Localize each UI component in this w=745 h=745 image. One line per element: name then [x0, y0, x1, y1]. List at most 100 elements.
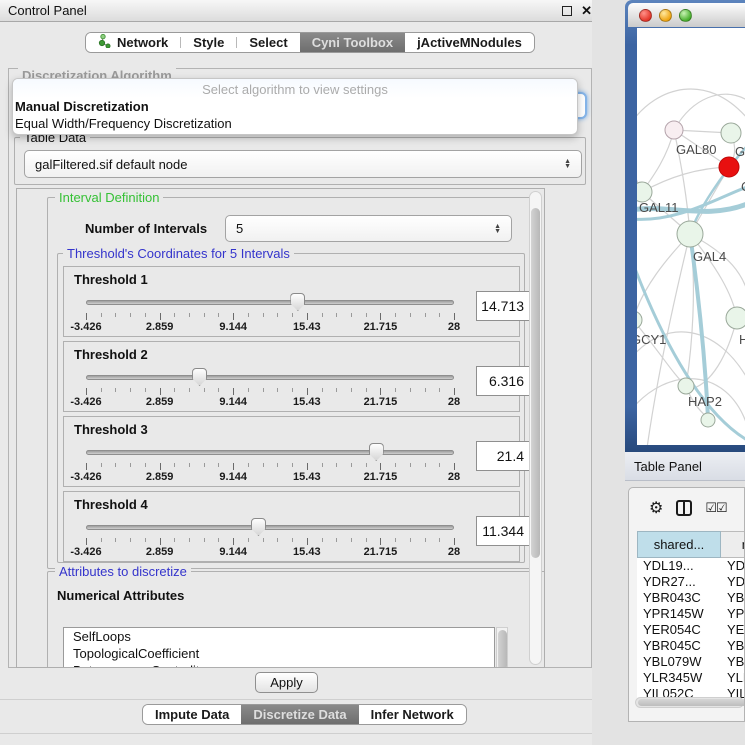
tab-select[interactable]: Select	[237, 33, 299, 52]
network-node-label: GAL80	[676, 142, 716, 157]
slider-track[interactable]	[86, 525, 454, 530]
algorithm-placeholder-option[interactable]: Select algorithm to view settings	[13, 79, 577, 98]
column-header-name[interactable]: name	[721, 531, 745, 558]
attribute-list-item[interactable]: BetweennessCentrality	[64, 662, 494, 668]
attribute-list-item[interactable]: TopologicalCoefficient	[64, 645, 494, 662]
slider-thumb[interactable]	[251, 518, 266, 536]
numerical-attributes-list[interactable]: SelfLoopsTopologicalCoefficientBetweenne…	[63, 627, 495, 668]
minimize-traffic-light-icon[interactable]	[659, 9, 672, 22]
network-window-titlebar[interactable]	[628, 3, 745, 27]
table-data-selected-value: galFiltered.sif default node	[35, 157, 187, 172]
network-node[interactable]	[637, 311, 642, 329]
table-cell: YER054C	[637, 622, 721, 638]
slider-tick	[395, 538, 396, 542]
slider-tick	[130, 538, 131, 542]
slider-tick	[307, 313, 308, 320]
checked-checkbox-icons[interactable]: ☑☑	[705, 500, 726, 516]
table-row[interactable]: YDL19...YDL19	[637, 558, 745, 574]
slider-tick	[395, 388, 396, 392]
slider-tick	[145, 463, 146, 467]
column-header-shared-name[interactable]: shared...	[637, 531, 721, 558]
slider-tick	[189, 388, 190, 392]
close-icon[interactable]: ✕	[581, 6, 592, 16]
network-node[interactable]	[678, 378, 694, 394]
network-canvas[interactable]: GAL80GACGAL11GAL4GCY1HHAP2	[637, 28, 745, 445]
tab-jactivemnodules[interactable]: jActiveMNodules	[405, 33, 534, 52]
table-cell: YDL19...	[637, 558, 721, 574]
algorithm-option-manual[interactable]: Manual Discretization	[13, 98, 577, 115]
slider-track[interactable]	[86, 300, 454, 305]
algorithm-option-equal-width[interactable]: Equal Width/Frequency Discretization	[13, 115, 577, 132]
slider-thumb[interactable]	[290, 293, 305, 311]
table-row[interactable]: YDR27...YDR27	[637, 574, 745, 590]
slider-tick	[425, 463, 426, 467]
apply-button-label: Apply	[270, 675, 303, 690]
gear-icon[interactable]: ⚙	[649, 498, 663, 518]
num-intervals-combobox[interactable]: 5 ▲▼	[225, 215, 512, 242]
slider-tick-label: 15.43	[293, 546, 321, 558]
table-horizontal-scrollbar[interactable]	[635, 697, 744, 708]
zoom-traffic-light-icon[interactable]	[679, 9, 692, 22]
table-row[interactable]: YBR045CYBR045C	[637, 638, 745, 654]
float-window-icon[interactable]	[562, 6, 572, 16]
threshold-value-field[interactable]: 11.344	[476, 516, 531, 546]
tab-discretize-data[interactable]: Discretize Data	[241, 705, 358, 724]
network-node[interactable]	[719, 157, 739, 177]
slider-tick	[101, 388, 102, 392]
split-column-icon[interactable]	[676, 500, 692, 516]
slider-tick-label: 9.144	[219, 546, 247, 558]
network-edge[interactable]	[637, 234, 690, 320]
slider-tick	[307, 463, 308, 470]
tab-style[interactable]: Style	[181, 33, 236, 52]
table-row[interactable]: YPR145WYPR145W	[637, 606, 745, 622]
apply-button[interactable]: Apply	[255, 672, 318, 693]
tab-impute-data[interactable]: Impute Data	[143, 705, 241, 724]
table-data-combobox[interactable]: galFiltered.sif default node ▲▼	[24, 150, 582, 178]
slider-tick	[439, 313, 440, 317]
slider-thumb[interactable]	[192, 368, 207, 386]
threshold-value-field[interactable]: 21.4	[476, 441, 531, 471]
slider-thumb[interactable]	[369, 443, 384, 461]
close-traffic-light-icon[interactable]	[639, 9, 652, 22]
table-cell: YDL19	[721, 558, 745, 574]
slider-tick	[263, 538, 264, 542]
network-node-label: GAL4	[693, 249, 726, 264]
network-node[interactable]	[665, 121, 683, 139]
slider-tick	[233, 388, 234, 395]
network-node[interactable]	[677, 221, 703, 247]
slider-tick	[277, 463, 278, 467]
network-node[interactable]	[701, 413, 715, 427]
attributes-list-scrollbar[interactable]	[496, 627, 508, 668]
slider-tick	[233, 313, 234, 320]
slider-tick	[410, 313, 411, 317]
slider-tick-label: 2.859	[146, 471, 174, 483]
table-row[interactable]: YBL079WYBL079W	[637, 654, 745, 670]
threshold-slider[interactable]: -3.4262.8599.14415.4321.71528	[86, 293, 454, 335]
slider-track[interactable]	[86, 375, 454, 380]
slider-tick	[277, 313, 278, 317]
threshold-slider[interactable]: -3.4262.8599.14415.4321.71528	[86, 368, 454, 410]
slider-tick	[366, 538, 367, 542]
slider-tick-label: 2.859	[146, 321, 174, 333]
table-row[interactable]: YER054CYER054C	[637, 622, 745, 638]
tab-label: Cyni Toolbox	[312, 35, 393, 50]
table-cell: YBL079W	[637, 654, 721, 670]
threshold-slider[interactable]: -3.4262.8599.14415.4321.71528	[86, 443, 454, 485]
threshold-value-field[interactable]: 6.316	[476, 366, 531, 396]
table-row[interactable]: YBR043CYBR043C	[637, 590, 745, 606]
network-node[interactable]	[726, 307, 745, 329]
tab-infer-network[interactable]: Infer Network	[359, 705, 466, 724]
tab-cyni-toolbox[interactable]: Cyni Toolbox	[300, 33, 405, 52]
threshold-value-field[interactable]: 14.713	[476, 291, 531, 321]
tab-network[interactable]: Network	[86, 33, 180, 52]
table-cell: YLR345W	[637, 670, 721, 686]
network-node[interactable]	[637, 182, 652, 202]
panel-scrollbar[interactable]	[529, 191, 542, 665]
attribute-list-item[interactable]: SelfLoops	[64, 628, 494, 645]
threshold-slider[interactable]: -3.4262.8599.14415.4321.71528	[86, 518, 454, 560]
table-row[interactable]: YLR345WYLR345W	[637, 670, 745, 686]
network-node[interactable]	[721, 123, 741, 143]
slider-tick	[307, 388, 308, 395]
slider-track[interactable]	[86, 450, 454, 455]
slider-tick	[218, 463, 219, 467]
